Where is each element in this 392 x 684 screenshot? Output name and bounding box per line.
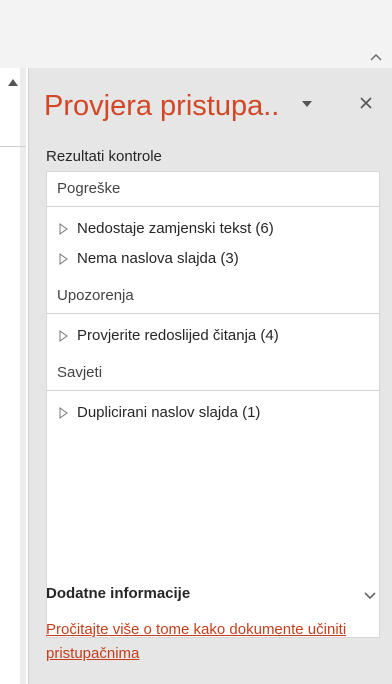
list-item[interactable]: Nema naslova slajda (3) (47, 244, 379, 274)
item-label: Nedostaje zamjenski tekst (6) (77, 220, 274, 237)
expand-triangle-icon (59, 407, 68, 419)
results-label: Rezultati kontrole (46, 148, 162, 165)
section-header-errors: Pogreške (47, 172, 379, 207)
inspection-results-list: Pogreške Nedostaje zamjenski tekst (6) N… (46, 171, 380, 638)
section-header-tips: Savjeti (47, 356, 379, 391)
more-info-label: Dodatne informacije (46, 585, 191, 602)
close-icon[interactable] (358, 95, 374, 111)
expand-triangle-icon (59, 253, 68, 265)
dropdown-arrow-icon[interactable] (299, 96, 315, 112)
scrollbar-track[interactable] (20, 68, 26, 684)
expand-triangle-icon (59, 330, 68, 342)
divider (0, 146, 26, 147)
list-item[interactable]: Duplicirani naslov slajda (1) (47, 398, 379, 428)
scroll-up-arrow-icon[interactable] (6, 76, 20, 90)
section-header-warnings: Upozorenja (47, 279, 379, 314)
item-label: Nema naslova slajda (3) (77, 250, 239, 267)
list-item[interactable]: Nedostaje zamjenski tekst (6) (47, 214, 379, 244)
accessibility-checker-pane: Provjera pristupa.. Rezultati kontrole P… (29, 68, 392, 684)
list-item[interactable]: Provjerite redoslijed čitanja (4) (47, 321, 379, 351)
accessibility-help-link[interactable]: Pročitajte više o tome kako dokumente uč… (46, 618, 376, 666)
pane-title: Provjera pristupa.. (44, 90, 280, 122)
item-label: Duplicirani naslov slajda (1) (77, 404, 261, 421)
expand-triangle-icon (59, 223, 68, 235)
chevron-down-icon[interactable] (364, 591, 376, 601)
item-label: Provjerite redoslijed čitanja (4) (77, 327, 279, 344)
ribbon-area (0, 0, 392, 68)
slide-scroll-strip (0, 68, 29, 684)
chevron-up-icon[interactable] (370, 52, 382, 62)
more-info-header[interactable]: Dodatne informacije (46, 583, 376, 613)
